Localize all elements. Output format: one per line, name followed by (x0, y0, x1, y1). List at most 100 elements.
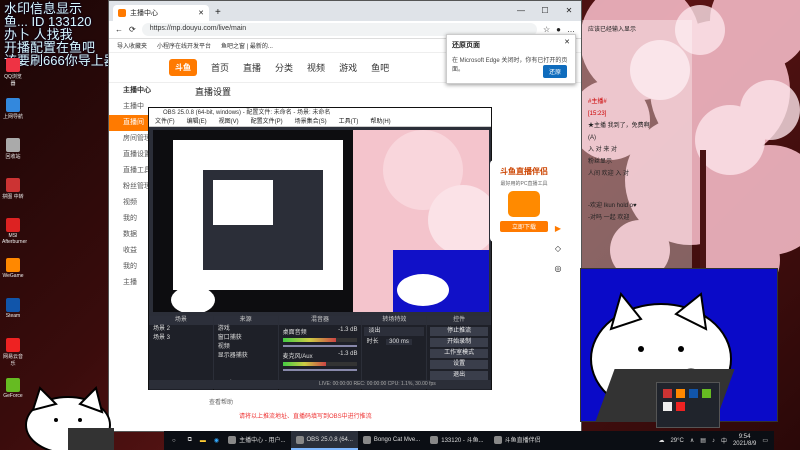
ime-indicator[interactable]: 中 (721, 436, 727, 445)
taskbar-item[interactable]: OBS 25.0.8 (64... (290, 431, 358, 450)
taskbar-item[interactable]: Bongo Cat Mve... (358, 431, 425, 450)
desktop-icon[interactable]: 网易云音乐 (2, 338, 24, 367)
notifications-icon[interactable]: ▭ (762, 437, 768, 444)
studio-mode-button[interactable]: 工作室模式 (430, 349, 489, 358)
tray-icon[interactable] (676, 402, 685, 411)
bookmark-item[interactable]: 小程序在线开发平台 (157, 41, 211, 50)
taskbar-item[interactable]: 133120 - 斗鱼... (425, 431, 488, 450)
nav-live[interactable]: 直播 (243, 61, 261, 74)
obs-preview[interactable] (153, 130, 489, 312)
nav-game[interactable]: 游戏 (339, 61, 357, 74)
restore-button[interactable]: 还原 (542, 65, 567, 78)
bookmark-item[interactable]: 导入收藏夹 (117, 41, 147, 50)
tray-icon[interactable] (676, 389, 685, 398)
mixer-channel-db: -1.3 dB (338, 327, 358, 333)
desktop-icon[interactable]: 拼图 中转 (2, 178, 24, 200)
share-icon[interactable]: ◇ (550, 244, 566, 260)
popup-close-icon[interactable]: ✕ (564, 38, 570, 46)
edge-icon[interactable]: ◉ (210, 437, 223, 444)
chat-line: -对吗 一起 欢迎 (588, 215, 630, 221)
menu-item[interactable]: 工具(T) (339, 118, 359, 126)
gift-icon[interactable]: ◎ (550, 264, 566, 280)
settings-button[interactable]: 设置 (430, 360, 489, 369)
live-companion-promo: 斗鱼直播伴侣 最好用的PC直播工具 立即下载 (490, 160, 558, 242)
chat-line: 入 对 来 对 (588, 147, 618, 153)
menu-item[interactable]: 帮助(H) (370, 118, 390, 126)
play-icon[interactable]: ▶ (550, 224, 566, 240)
source-item[interactable]: 游戏 (214, 325, 278, 334)
douyu-logo[interactable]: 斗鱼 (169, 59, 197, 76)
new-tab-icon[interactable]: + (209, 5, 227, 21)
tray-icon[interactable] (663, 389, 672, 398)
tray-chevron-icon[interactable]: ∧ (690, 437, 694, 444)
tray-icon[interactable] (663, 402, 672, 411)
stop-streaming-button[interactable]: 停止推流 (430, 327, 489, 336)
task-view-icon[interactable]: ⧉ (184, 437, 196, 444)
duration-input[interactable]: 300 ms (386, 339, 412, 345)
nav-fishbar[interactable]: 鱼吧 (371, 61, 389, 74)
desktop-icon[interactable]: QQ浏览器 (2, 58, 24, 87)
source-item[interactable]: 显示器捕获 (214, 352, 278, 361)
weather-temp[interactable]: 29°C (670, 438, 683, 444)
chat-line: ★主播 我到了，免费啊 (588, 123, 650, 129)
file-explorer-icon[interactable]: ▬ (196, 438, 210, 444)
transition-select[interactable]: 淡出 (364, 327, 425, 336)
chat-line: [15:23] (588, 111, 607, 117)
menu-item[interactable]: 文件(F) (155, 118, 175, 126)
mixer-channel-name: 桌面音频 (282, 330, 307, 336)
weather-icon[interactable]: ☁ (658, 437, 664, 444)
desktop-icon[interactable]: 回收站 (2, 138, 24, 160)
app-icon (228, 435, 237, 444)
start-recording-button[interactable]: 开始录制 (430, 338, 489, 347)
search-icon[interactable]: ○ (164, 438, 184, 444)
help-link[interactable]: 查看帮助 (209, 397, 233, 406)
more-icon[interactable]: … (567, 25, 575, 34)
scene-item[interactable]: 场景 3 (149, 334, 213, 343)
desktop-icon[interactable]: WeGame (2, 258, 24, 279)
tray-icons[interactable] (657, 383, 719, 417)
maximize-icon[interactable]: ☐ (533, 1, 557, 21)
refresh-icon[interactable]: ⟳ (129, 25, 136, 34)
source-item[interactable]: 视频 (214, 343, 278, 352)
source-item[interactable]: 窗口捕获 (214, 334, 278, 343)
volume-slider[interactable] (282, 345, 358, 347)
desktop-icon[interactable]: 上网导航 (2, 98, 24, 120)
promo-side-buttons: ▶ ◇ ◎ (550, 224, 566, 280)
minimize-icon[interactable]: — (509, 1, 533, 21)
volume-slider[interactable] (282, 369, 358, 371)
volume-meter (282, 362, 358, 366)
close-icon[interactable]: ✕ (198, 9, 204, 17)
sources-title: 来源 (213, 316, 278, 325)
nav-category[interactable]: 分类 (275, 61, 293, 74)
tray-icon[interactable] (689, 389, 698, 398)
nav-video[interactable]: 视频 (307, 61, 325, 74)
taskbar-item[interactable]: 主播中心 - 用户... (223, 431, 290, 450)
desktop-icon[interactable]: MSI Afterburner (2, 218, 27, 245)
taskbar-item-label: OBS 25.0.8 (64... (306, 436, 353, 443)
mixer-title: 混音器 (278, 316, 362, 325)
bookmark-item[interactable]: 鱼吧之窗 | 最新的... (221, 41, 273, 50)
taskbar-item[interactable]: 斗鱼直播伴侣 (489, 431, 546, 450)
favorites-icon[interactable]: ☆ (543, 25, 550, 34)
app-icon (6, 258, 20, 272)
scene-item[interactable]: 场景 2 (149, 325, 213, 334)
volume-meter-fill (282, 362, 326, 366)
menu-item[interactable]: 场景集合(S) (295, 118, 327, 126)
menu-item[interactable]: 编辑(E) (187, 118, 207, 126)
browser-tab[interactable]: 主播中心 ✕ (113, 5, 209, 21)
profile-icon[interactable]: ● (556, 25, 561, 34)
menu-item[interactable]: 配置文件(P) (251, 118, 283, 126)
exit-button[interactable]: 退出 (430, 371, 489, 380)
clock[interactable]: 9:54 2021/8/9 (733, 434, 756, 448)
download-button[interactable]: 立即下载 (500, 221, 548, 232)
desktop-icon[interactable]: Steam (2, 298, 24, 319)
back-icon[interactable]: ← (115, 25, 123, 34)
tray-icon[interactable] (702, 389, 711, 398)
nav-home[interactable]: 首页 (211, 61, 229, 74)
mixer-channel-name: 麦克风/Aux (282, 354, 313, 360)
network-icon[interactable]: ▤ (700, 437, 706, 444)
volume-icon[interactable]: ♪ (712, 438, 715, 444)
menu-item[interactable]: 视图(V) (219, 118, 239, 126)
duration-label: 时长 (366, 339, 379, 345)
close-window-icon[interactable]: ✕ (557, 1, 581, 21)
